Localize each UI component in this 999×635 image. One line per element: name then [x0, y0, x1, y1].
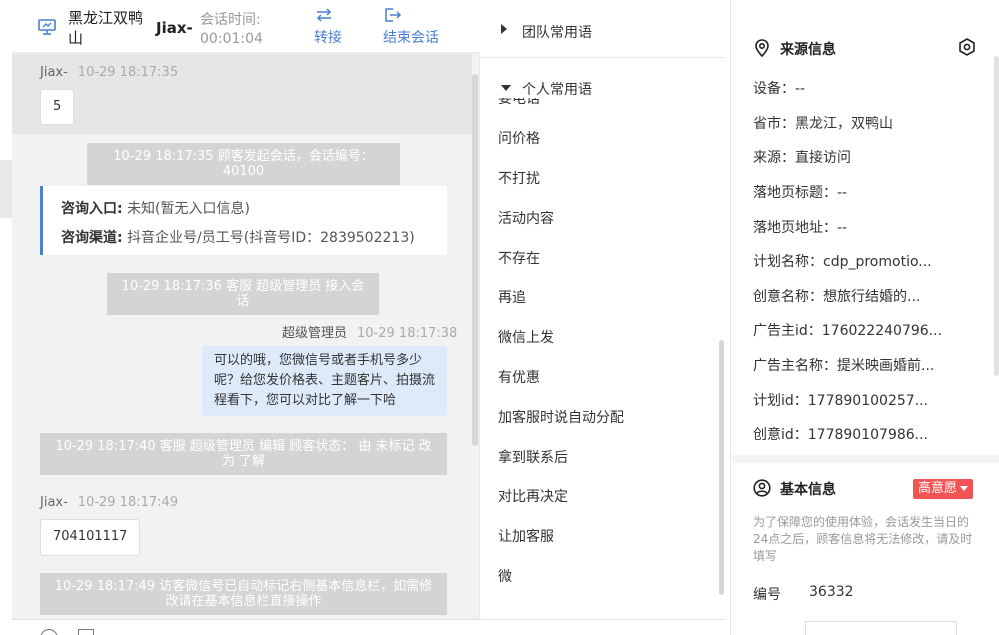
- basic-info-title: 基本信息: [780, 482, 836, 498]
- user-circle-icon: [753, 479, 771, 497]
- info-device: 设备：--: [753, 81, 806, 97]
- transfer-label: 转接: [314, 30, 342, 46]
- chat-toolbar: [12, 619, 480, 635]
- left-edge-tab[interactable]: [0, 160, 12, 218]
- phrase-item[interactable]: 对比再决定: [498, 486, 568, 506]
- location-pin-icon: [755, 39, 769, 57]
- phrase-item[interactable]: 有优惠: [498, 367, 540, 387]
- info-landing-url: 落地页地址：--: [753, 220, 848, 236]
- emoji-icon[interactable]: [40, 629, 58, 635]
- logout-icon: [385, 8, 402, 22]
- phrase-item[interactable]: 微信上发: [498, 327, 554, 347]
- entry-row: 咨询入口: 未知(暂无入口信息): [61, 198, 250, 218]
- dropdown-caret-icon: [960, 486, 969, 491]
- customer-message[interactable]: 704101117: [40, 519, 141, 556]
- info-plan-id: 计划id：177890100257...: [753, 393, 929, 409]
- system-notice: 10-29 18:17:49 访客微信号已自动标记右侧基本信息栏，如需修改请在基…: [40, 573, 447, 615]
- transfer-button[interactable]: 转接: [314, 7, 342, 47]
- info-input-field[interactable]: [805, 621, 957, 635]
- edit-notice: 为了保障您的使用体验，会话发生当日的24点之后，顾客信息将无法修改，请及时填写: [753, 515, 973, 563]
- chat-header: 黑龙江双鸭山 Jiax- 会话时间: 00:01:04 转接 结束会话: [12, 0, 480, 53]
- entry-value: 未知(暂无入口信息): [127, 201, 250, 217]
- phrase-item[interactable]: 微: [498, 566, 512, 586]
- team-phrases-label: 团队常用语: [522, 25, 592, 41]
- info-plan-name: 计划名称：cdp_promotio...: [753, 254, 932, 270]
- system-notice: 10-29 18:17:36 客服 超级管理员 接入会话: [107, 273, 379, 315]
- settings-icon[interactable]: [958, 38, 976, 56]
- phrase-item[interactable]: 拿到联系后: [498, 447, 568, 467]
- session-time-label: 会话时间:: [200, 12, 261, 28]
- info-landing-title: 落地页标题：--: [753, 185, 848, 201]
- phrases-panel: 团队常用语 个人常用语 要电话 问价格 不打扰 活动内容 不存在 再追 微信上发…: [481, 0, 731, 635]
- team-phrases-group[interactable]: 团队常用语: [481, 0, 725, 58]
- monitor-icon: [38, 19, 56, 35]
- session-time-value: 00:01:04: [200, 31, 263, 47]
- channel-label: 咨询渠道:: [61, 230, 123, 246]
- channel-value: 抖音企业号/员工号(抖音号ID：2839502213): [127, 230, 415, 246]
- phrase-item[interactable]: 不打扰: [498, 168, 540, 188]
- phrase-item[interactable]: 让加客服: [498, 526, 554, 546]
- channel-row: 咨询渠道: 抖音企业号/员工号(抖音号ID：2839502213): [61, 227, 415, 247]
- info-scrollbar[interactable]: [994, 56, 999, 376]
- info-creative-name: 创意名称：想旅行结婚的...: [753, 289, 921, 305]
- message-time: 10-29 18:17:35: [77, 65, 179, 80]
- intent-badge-label: 高意愿: [918, 481, 958, 496]
- left-edge: [0, 0, 12, 635]
- phrase-item[interactable]: 再追: [498, 287, 526, 307]
- info-creative-id: 创意id：177890107986...: [753, 427, 929, 443]
- personal-phrases-label[interactable]: 个人常用语: [522, 79, 592, 99]
- phrase-item[interactable]: 问价格: [498, 128, 540, 148]
- phrase-item[interactable]: 不存在: [498, 248, 540, 268]
- phrase-item[interactable]: 活动内容: [498, 208, 554, 228]
- message-time: 10-29 18:17:38: [357, 326, 458, 341]
- caret-down-icon: [501, 85, 511, 91]
- image-icon[interactable]: [78, 629, 94, 635]
- phrase-list: 要电话 问价格 不打扰 活动内容 不存在 再追 微信上发 有优惠 加客服时说自动…: [481, 98, 725, 620]
- message-meta: Jiax- 10-29 18:17:49: [40, 495, 178, 510]
- chat-panel: 黑龙江双鸭山 Jiax- 会话时间: 00:01:04 转接 结束会话 Jiax…: [12, 0, 480, 635]
- info-region: 省市：黑龙江，双鸭山: [753, 116, 893, 132]
- phrase-scrollbar[interactable]: [719, 340, 724, 595]
- phrase-item[interactable]: 要电话: [498, 98, 540, 108]
- system-notice: 10-29 18:17:35 顾客发起会话，会话编号：40100: [87, 143, 400, 185]
- transfer-icon: [316, 8, 332, 22]
- end-session-label: 结束会话: [383, 30, 439, 46]
- message-sender: Jiax-: [40, 495, 68, 510]
- section-divider: [732, 455, 999, 463]
- entry-label: 咨询入口:: [61, 201, 123, 217]
- message-time: 10-29 18:17:49: [77, 495, 179, 510]
- entry-info-card: 咨询入口: 未知(暂无入口信息) 咨询渠道: 抖音企业号/员工号(抖音号ID：2…: [40, 186, 447, 255]
- phrase-footer: [481, 619, 725, 635]
- phrase-item[interactable]: 加客服时说自动分配: [498, 407, 624, 427]
- chat-scrollbar[interactable]: [472, 74, 478, 446]
- message-meta: 超级管理员 10-29 18:17:38: [282, 322, 457, 341]
- customer-id-value: 36332: [809, 584, 854, 600]
- customer-user-name: Jiax-: [156, 19, 193, 37]
- message-sender: 超级管理员: [282, 326, 348, 341]
- message-meta: Jiax- 10-29 18:17:35: [40, 65, 178, 80]
- customer-id-label: 编号: [753, 587, 781, 603]
- info-advertiser-id: 广告主id：176022240796...: [753, 323, 943, 339]
- chat-messages[interactable]: Jiax- 10-29 18:17:35 5 10-29 18:17:35 顾客发…: [12, 54, 480, 619]
- customer-message[interactable]: 5: [40, 89, 75, 125]
- source-info-title: 来源信息: [780, 42, 836, 58]
- info-source: 来源：直接访问: [753, 150, 851, 166]
- info-advertiser-name: 广告主名称：提米映画婚前...: [753, 358, 935, 374]
- caret-right-icon: [501, 24, 507, 34]
- system-notice: 10-29 18:17:40 客服 超级管理员 编辑 顾客状态： 由 未标记 改…: [40, 433, 447, 475]
- intent-badge[interactable]: 高意愿: [913, 479, 974, 499]
- message-sender: Jiax-: [40, 65, 68, 80]
- end-session-button[interactable]: 结束会话: [383, 7, 439, 47]
- customer-info-panel: 来源信息 设备：-- 省市：黑龙江，双鸭山 来源：直接访问 落地页标题：-- 落…: [732, 0, 999, 635]
- agent-message[interactable]: 可以的哦，您微信号或者手机号多少呢？给您发价格表、主题客片、拍摄流程看下，您可以…: [202, 346, 447, 416]
- customer-name: 黑龙江双鸭山: [68, 9, 144, 47]
